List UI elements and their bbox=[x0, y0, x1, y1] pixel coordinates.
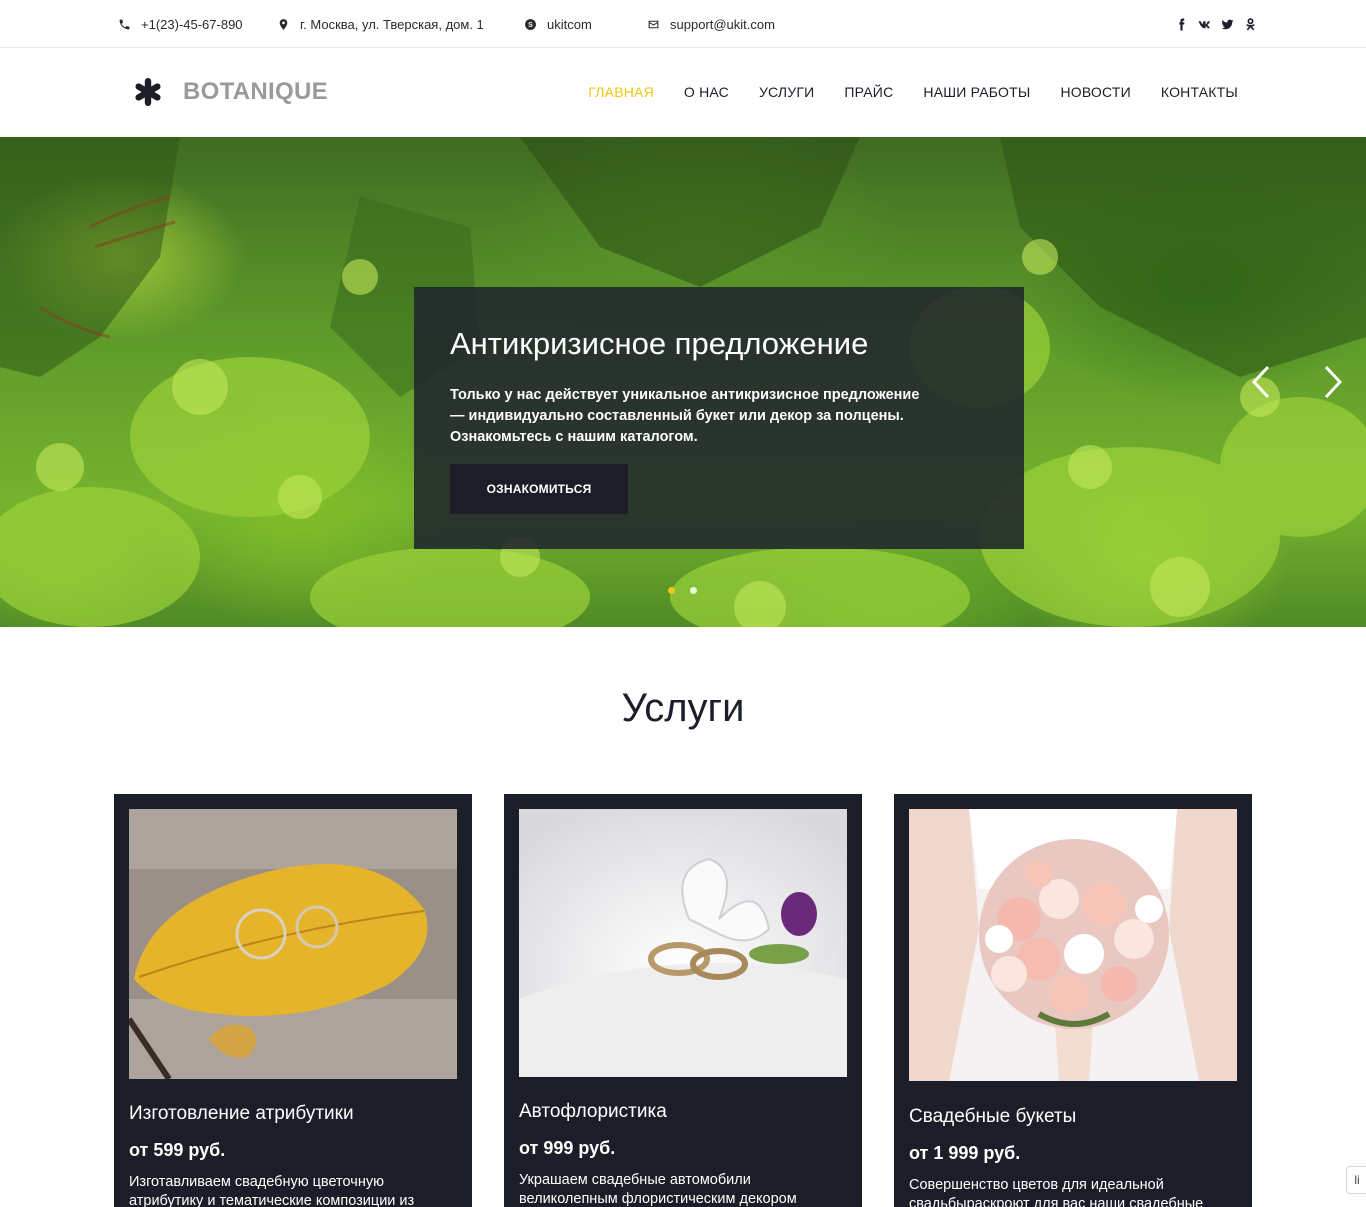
service-price: от 1 999 руб. bbox=[909, 1143, 1021, 1163]
nav-item-home[interactable]: ГЛАВНАЯ bbox=[588, 84, 654, 100]
nav-item-pricing[interactable]: ПРАЙС bbox=[844, 84, 893, 100]
slider-prev-button[interactable] bbox=[1246, 363, 1276, 401]
email-text: support@ukit.com bbox=[670, 16, 775, 32]
nav-item-services[interactable]: УСЛУГИ bbox=[759, 84, 814, 100]
site-header: BOTANIQUE ГЛАВНАЯ О НАС УСЛУГИ ПРАЙС НАШ… bbox=[0, 49, 1366, 137]
service-title: Свадебные букеты bbox=[909, 1106, 1077, 1127]
address-text: г. Москва, ул. Тверская, дом. 1 bbox=[300, 16, 484, 32]
nav-item-news[interactable]: НОВОСТИ bbox=[1060, 84, 1130, 100]
main-nav: ГЛАВНАЯ О НАС УСЛУГИ ПРАЙС НАШИ РАБОТЫ Н… bbox=[588, 84, 1238, 100]
svg-text:S: S bbox=[528, 21, 533, 28]
facebook-icon[interactable] bbox=[1174, 15, 1188, 33]
service-card-attributes[interactable]: Изготовление атрибутики от 599 руб. Изго… bbox=[114, 794, 472, 1207]
nav-item-portfolio[interactable]: НАШИ РАБОТЫ bbox=[923, 84, 1030, 100]
nav-item-about[interactable]: О НАС bbox=[684, 84, 729, 100]
vk-icon[interactable] bbox=[1197, 15, 1211, 33]
bouquet-image bbox=[909, 809, 1237, 1081]
services-section-title: Услуги bbox=[621, 686, 745, 730]
skype-text: ukitcom bbox=[547, 16, 592, 32]
chevron-right-icon bbox=[1324, 365, 1343, 399]
social-links bbox=[1174, 15, 1257, 33]
service-price: от 599 руб. bbox=[129, 1140, 226, 1160]
envelope-icon bbox=[646, 17, 660, 31]
hero-title: Антикризисное предложение bbox=[450, 326, 869, 361]
phone-text: +1(23)-45-67-890 bbox=[141, 16, 243, 32]
service-description: Совершенство цветов для идеальной свадьб… bbox=[909, 1177, 1204, 1207]
address-contact: г. Москва, ул. Тверская, дом. 1 bbox=[276, 16, 484, 32]
map-pin-icon bbox=[276, 17, 290, 31]
side-widget-tab[interactable]: li bbox=[1346, 1166, 1366, 1194]
slider-next-button[interactable] bbox=[1318, 363, 1348, 401]
service-title: Изготовление атрибутики bbox=[129, 1103, 354, 1124]
twitter-icon[interactable] bbox=[1220, 15, 1234, 33]
service-price: от 999 руб. bbox=[519, 1138, 616, 1158]
service-description: Украшаем свадебные автомобили великолепн… bbox=[519, 1172, 797, 1207]
asterisk-logo-icon bbox=[135, 78, 161, 106]
skype-contact[interactable]: S ukitcom bbox=[523, 16, 592, 32]
slider-dot-1[interactable] bbox=[668, 587, 675, 594]
hero-caption-box: Антикризисное предложение Только у нас д… bbox=[414, 287, 1024, 549]
logo[interactable]: BOTANIQUE bbox=[133, 77, 328, 107]
learn-more-button[interactable]: ОЗНАКОМИТЬСЯ bbox=[450, 464, 628, 514]
service-description: Изготавливаем свадебную цветочную атрибу… bbox=[129, 1174, 415, 1207]
chevron-left-icon bbox=[1251, 365, 1270, 399]
service-card-auto-floristry[interactable]: Автофлористика от 999 руб. Украшаем свад… bbox=[504, 794, 862, 1207]
top-bar: +1(23)-45-67-890 г. Москва, ул. Тверская… bbox=[0, 0, 1366, 48]
skype-icon: S bbox=[523, 17, 537, 31]
ribbon-rings-image bbox=[519, 809, 847, 1079]
service-title: Автофлористика bbox=[519, 1101, 667, 1122]
email-contact[interactable]: support@ukit.com bbox=[646, 16, 775, 32]
hero-slider: Антикризисное предложение Только у нас д… bbox=[0, 137, 1366, 627]
service-card-wedding-bouquets[interactable]: Свадебные букеты от 1 999 руб. Совершенс… bbox=[894, 794, 1252, 1207]
logo-text: BOTANIQUE bbox=[183, 78, 328, 105]
odnoklassniki-icon[interactable] bbox=[1243, 15, 1257, 33]
phone-icon bbox=[117, 17, 131, 31]
hero-text: Только у нас действует уникальное антикр… bbox=[450, 387, 920, 445]
nav-item-contacts[interactable]: КОНТАКТЫ bbox=[1161, 84, 1238, 100]
phone-contact[interactable]: +1(23)-45-67-890 bbox=[117, 16, 243, 32]
leaf-rings-image bbox=[129, 809, 457, 1079]
slider-dots bbox=[668, 587, 697, 594]
slider-dot-2[interactable] bbox=[690, 587, 697, 594]
